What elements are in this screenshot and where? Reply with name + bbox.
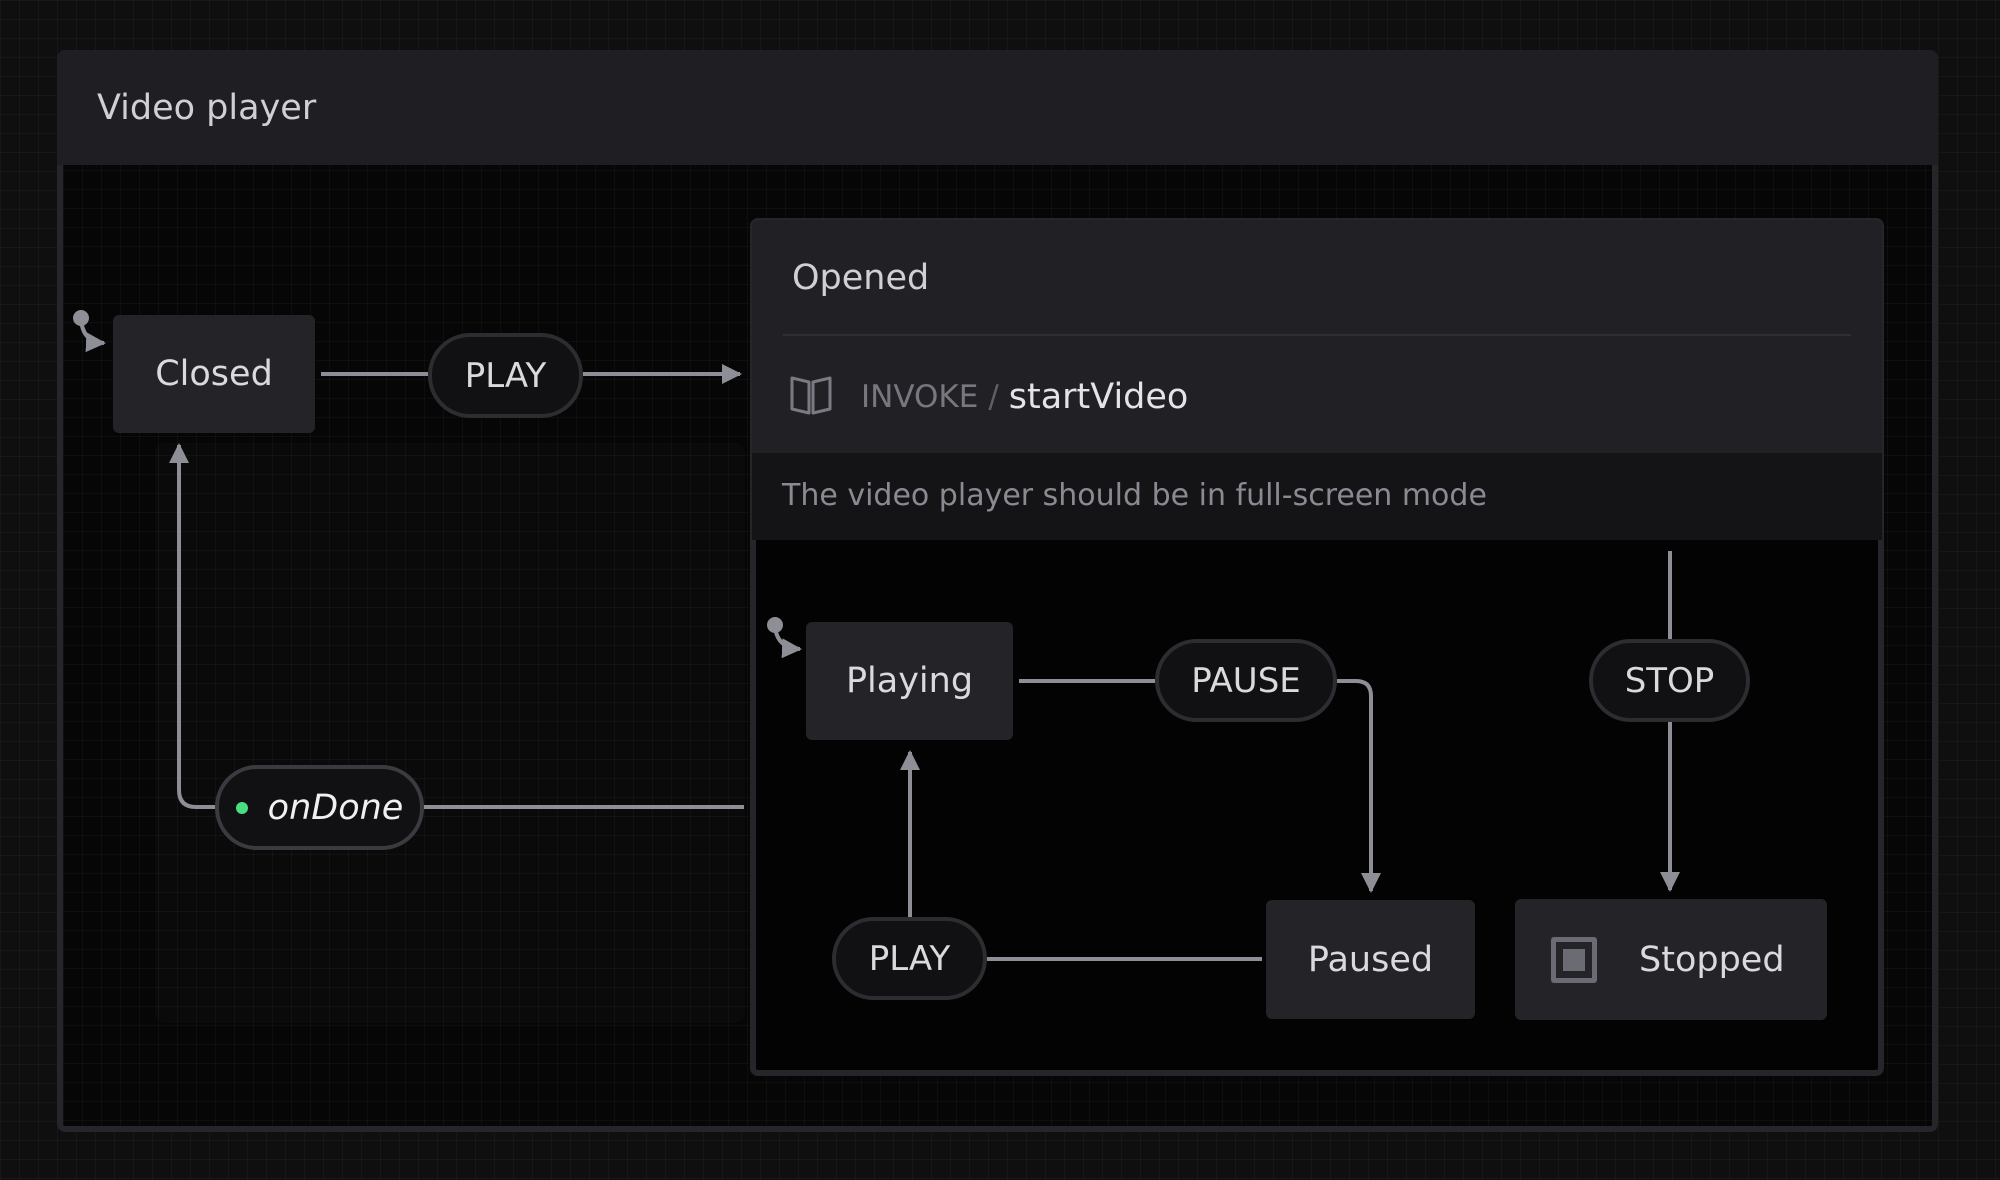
- event-ondone[interactable]: onDone: [215, 765, 424, 850]
- state-paused-label: Paused: [1307, 939, 1434, 980]
- event-stop[interactable]: STOP: [1589, 639, 1750, 722]
- final-state-icon: [1551, 936, 1597, 983]
- event-play-paused[interactable]: PLAY: [832, 917, 987, 1000]
- event-play-closed-label: PLAY: [464, 355, 547, 396]
- event-play-paused-label: PLAY: [868, 938, 951, 979]
- state-paused[interactable]: Paused: [1266, 900, 1475, 1019]
- state-stopped[interactable]: Stopped: [1515, 899, 1827, 1020]
- state-playing[interactable]: Playing: [806, 622, 1013, 740]
- event-pause[interactable]: PAUSE: [1155, 639, 1337, 722]
- state-playing-label: Playing: [845, 661, 974, 701]
- event-play-closed[interactable]: PLAY: [428, 333, 583, 418]
- event-stop-label: STOP: [1624, 660, 1715, 701]
- state-closed-label: Closed: [155, 354, 273, 394]
- event-pause-label: PAUSE: [1191, 660, 1301, 701]
- event-ondone-label: onDone: [267, 787, 404, 828]
- state-closed[interactable]: Closed: [113, 315, 315, 433]
- done-status-dot: [235, 801, 248, 814]
- state-stopped-label: Stopped: [1639, 939, 1785, 980]
- edge-ondone-closed: [169, 443, 215, 809]
- edge-pause-paused: [1337, 679, 1381, 893]
